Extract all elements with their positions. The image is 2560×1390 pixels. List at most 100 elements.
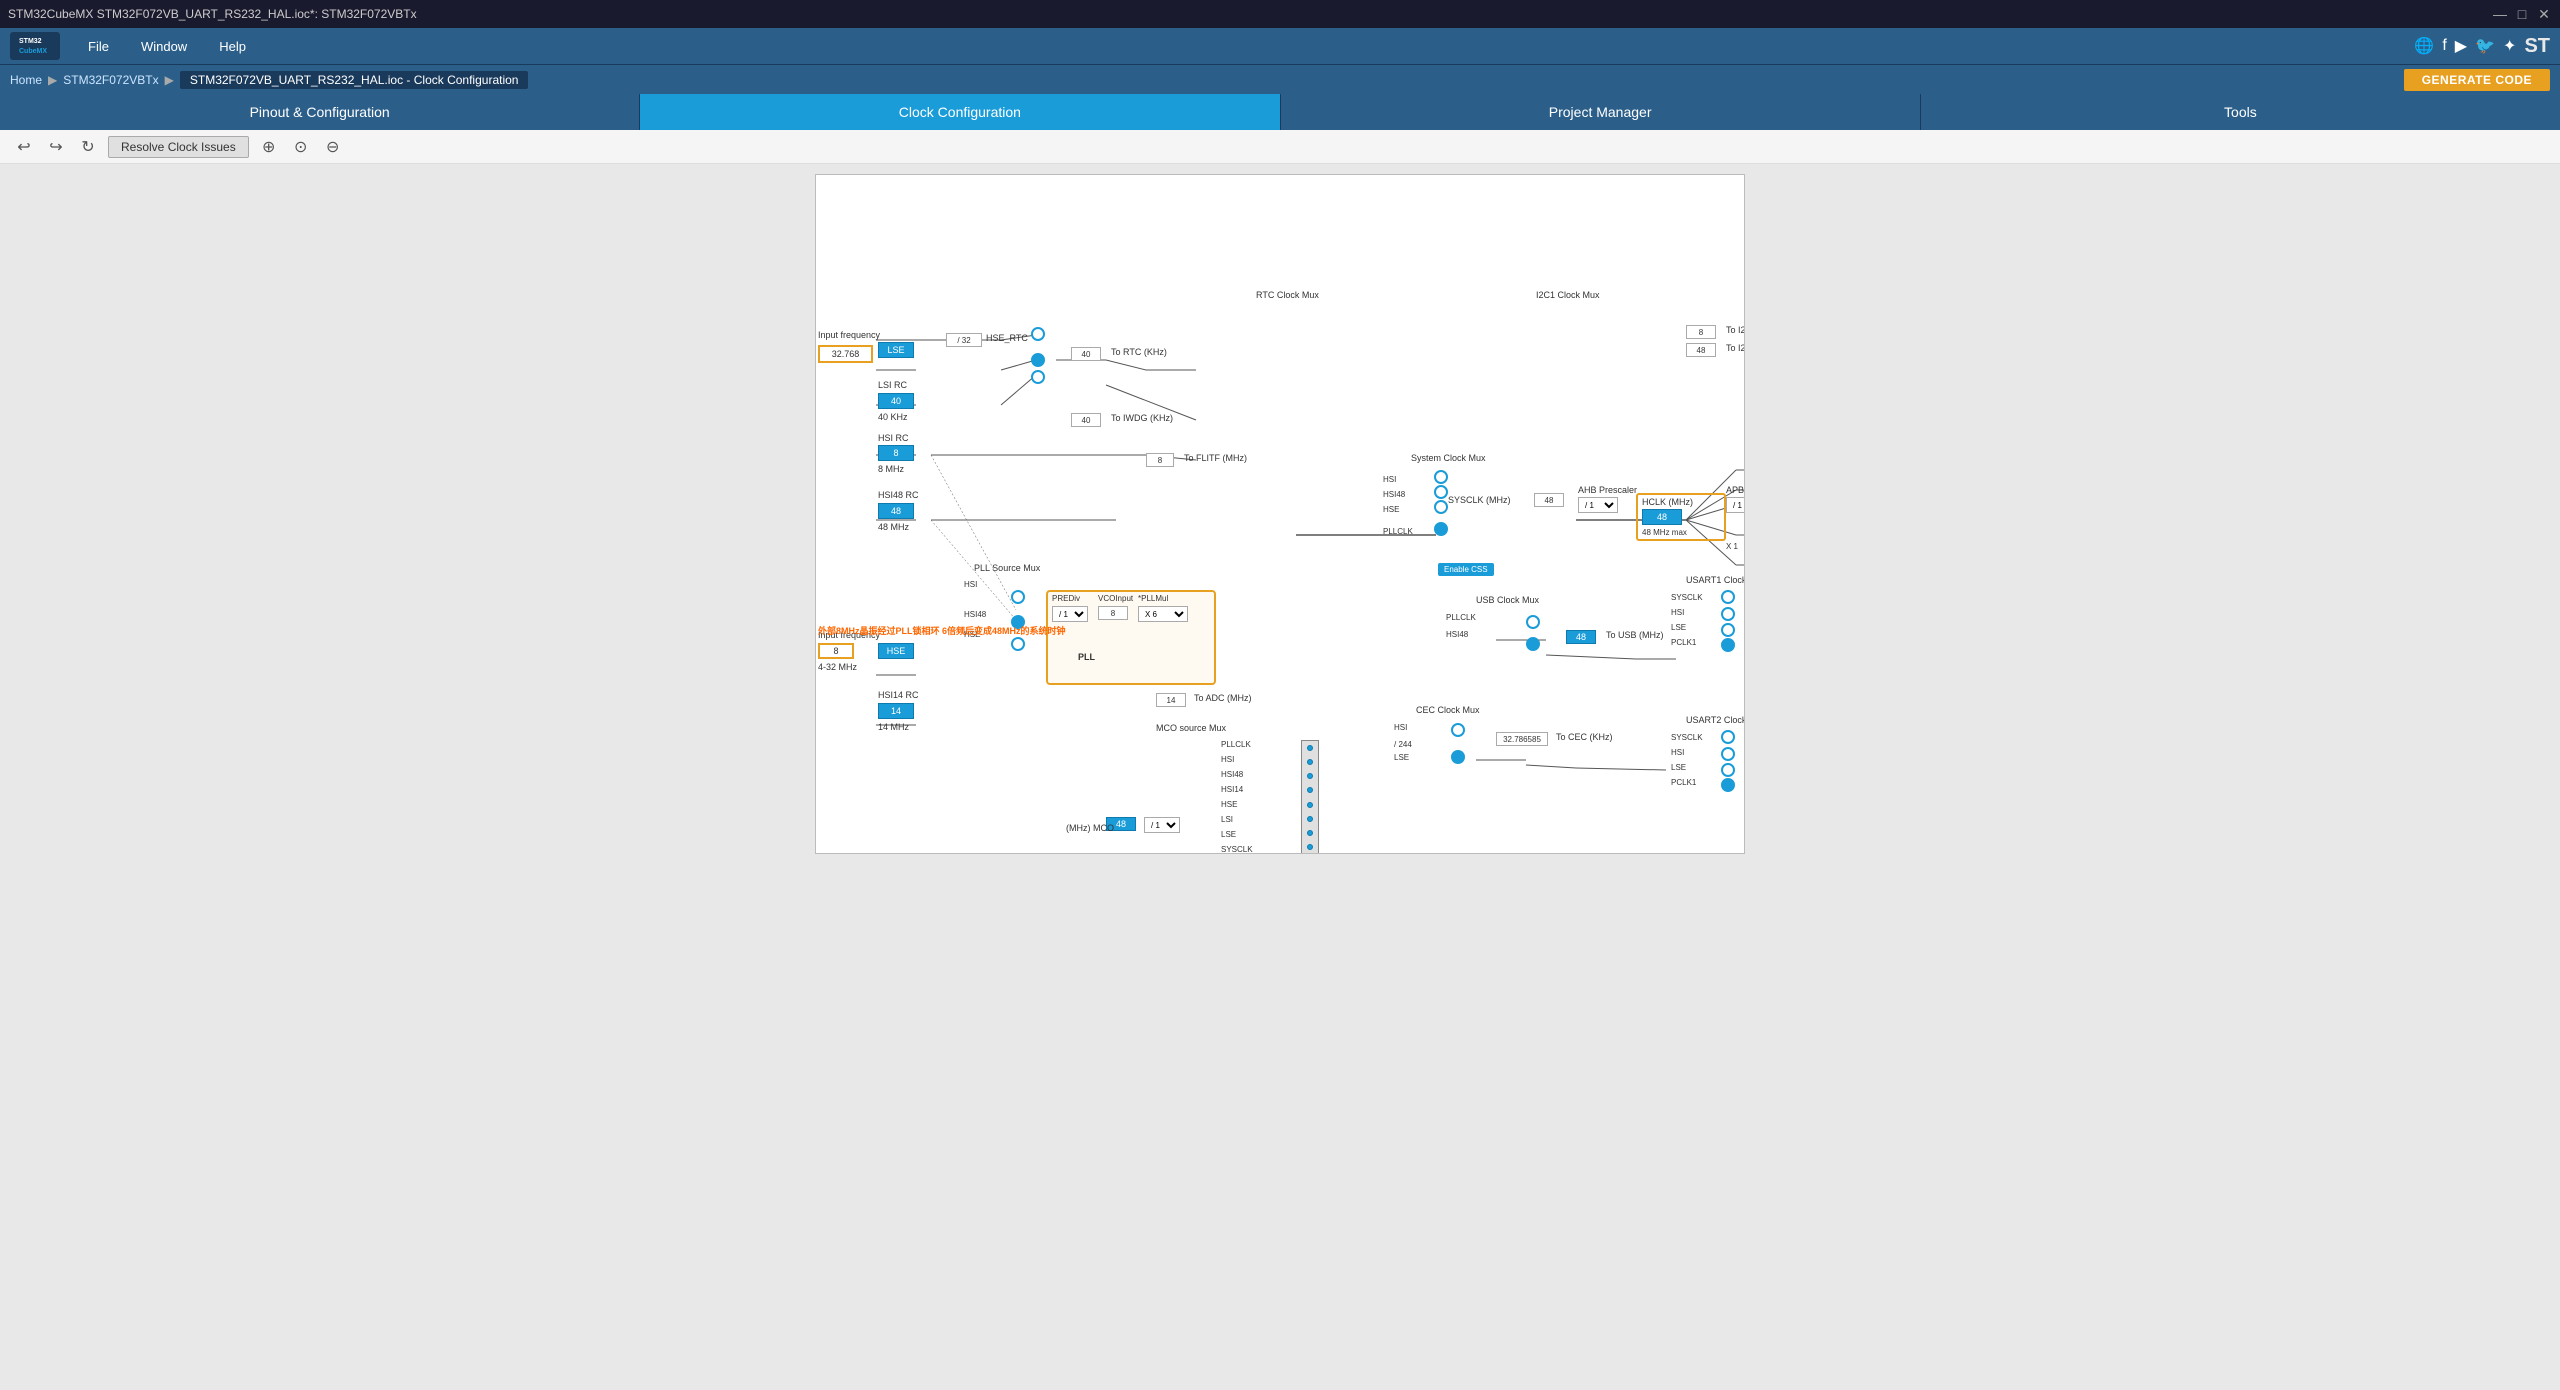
mco-lse-label: LSE bbox=[1221, 830, 1236, 839]
tab-project[interactable]: Project Manager bbox=[1281, 94, 1921, 130]
mco-mux-dot1 bbox=[1307, 745, 1313, 751]
x1-label: X 1 bbox=[1726, 542, 1738, 551]
usb-pllclk-label: PLLCLK bbox=[1446, 613, 1476, 622]
mco-mux-dot6 bbox=[1307, 816, 1313, 822]
i2c1-val-box: 8 bbox=[1686, 325, 1716, 339]
social-icons: 🌐 f ▶ 🐦 ✦ ST bbox=[2414, 35, 2550, 58]
zoom-fit-button[interactable]: ⊙ bbox=[289, 135, 313, 159]
usart1-dot3 bbox=[1721, 623, 1735, 637]
lsi-box[interactable]: 40 bbox=[878, 393, 914, 409]
hclk-max-label: 48 MHz max bbox=[1642, 528, 1687, 537]
pll-source-mux-label: PLL Source Mux bbox=[974, 563, 1040, 573]
mhz-mco-label: (MHz) MCO bbox=[1066, 823, 1114, 833]
globe-icon[interactable]: 🌐 bbox=[2414, 36, 2434, 56]
to-usb-label: To USB (MHz) bbox=[1606, 630, 1664, 640]
input-freq-value1[interactable]: 32.768 bbox=[818, 345, 873, 363]
mco-mux-dot7 bbox=[1307, 830, 1313, 836]
annotation-text: 外部8MHz晶振经过PLL锁相环 6倍频后变成48MHz的系统时钟 bbox=[818, 625, 1066, 638]
usart2-dot3 bbox=[1721, 763, 1735, 777]
prediv-select[interactable]: / 1 bbox=[1052, 606, 1088, 622]
hclk-label: HCLK (MHz) bbox=[1642, 497, 1693, 507]
pllmul-select[interactable]: X 6 bbox=[1138, 606, 1188, 622]
breadcrumb-device[interactable]: STM32F072VBTx bbox=[63, 73, 158, 87]
main-content: RTC Clock Mux I2C1 Clock Mux Input frequ… bbox=[0, 164, 2560, 1390]
to-i2s-label: To I2S1I2 S2 (MHz) bbox=[1726, 343, 1745, 353]
maximize-button[interactable]: □ bbox=[2514, 6, 2530, 22]
cec-mux-dot2 bbox=[1451, 750, 1465, 764]
cec-lse-label: LSE bbox=[1394, 753, 1409, 762]
close-button[interactable]: ✕ bbox=[2536, 6, 2552, 22]
svg-text:CubeMX: CubeMX bbox=[19, 48, 47, 55]
window-menu[interactable]: Window bbox=[127, 35, 201, 58]
usart2-clock-mux-label: USART2 Clock Mux bbox=[1686, 715, 1745, 725]
app-logo: STM32 CubeMX bbox=[10, 32, 60, 60]
cec-clock-mux-label: CEC Clock Mux bbox=[1416, 705, 1480, 715]
usart1-dot2 bbox=[1721, 607, 1735, 621]
zoom-in-button[interactable]: ⊕ bbox=[257, 135, 281, 159]
div40-rtc-box[interactable]: 40 bbox=[1071, 347, 1101, 361]
hsi48-box[interactable]: 48 bbox=[878, 503, 914, 519]
network-icon[interactable]: ✦ bbox=[2503, 36, 2516, 56]
sysclk-val-box: 48 bbox=[1534, 493, 1564, 507]
usb-clock-mux-label: USB Clock Mux bbox=[1476, 595, 1539, 605]
usart2-lse-label: LSE bbox=[1671, 763, 1686, 772]
usart1-clock-mux-label: USART1 Clock Mux bbox=[1686, 575, 1745, 585]
pllmul-label: *PLLMul bbox=[1138, 594, 1168, 603]
ahb-prescaler-label: AHB Prescaler bbox=[1578, 485, 1637, 495]
hse-box[interactable]: HSE bbox=[878, 643, 914, 659]
youtube-icon[interactable]: ▶ bbox=[2455, 36, 2467, 56]
mco-hsi-label: HSI bbox=[1221, 755, 1234, 764]
usart1-sysclk-label: SYSCLK bbox=[1671, 593, 1703, 602]
mco-source-mux-label: MCO source Mux bbox=[1156, 723, 1226, 733]
hclk-val-box[interactable]: 48 bbox=[1642, 509, 1682, 525]
hsi-box[interactable]: 8 bbox=[878, 445, 914, 461]
ahb-div-select[interactable]: / 1 bbox=[1578, 497, 1618, 513]
i2c1-clock-mux-label: I2C1 Clock Mux bbox=[1536, 290, 1600, 300]
input-freq-value2[interactable]: 8 bbox=[818, 643, 854, 659]
generate-code-button[interactable]: GENERATE CODE bbox=[2404, 69, 2550, 91]
val8-flitf-box[interactable]: 8 bbox=[1146, 453, 1174, 467]
breadcrumb-sep1: ▶ bbox=[48, 73, 57, 87]
file-menu[interactable]: File bbox=[74, 35, 123, 58]
twitter-icon[interactable]: 🐦 bbox=[2475, 36, 2495, 56]
diagram-container: RTC Clock Mux I2C1 Clock Mux Input frequ… bbox=[815, 174, 1745, 854]
diagram-lines bbox=[816, 175, 1744, 853]
usart1-hsi-label: HSI bbox=[1671, 608, 1684, 617]
redo-button[interactable]: ↪ bbox=[44, 135, 68, 159]
usb-mux-dot2 bbox=[1526, 637, 1540, 651]
facebook-icon[interactable]: f bbox=[2442, 37, 2446, 55]
undo-button[interactable]: ↩ bbox=[12, 135, 36, 159]
usart2-dot4 bbox=[1721, 778, 1735, 792]
rtc-mux-dot3 bbox=[1031, 370, 1045, 384]
tab-clock[interactable]: Clock Configuration bbox=[640, 94, 1280, 130]
to-rtc-label: To RTC (KHz) bbox=[1111, 347, 1167, 357]
sys-mux-dot1 bbox=[1434, 470, 1448, 484]
breadcrumb-home[interactable]: Home bbox=[10, 73, 42, 87]
mco-div-select[interactable]: / 1 bbox=[1144, 817, 1180, 833]
minimize-button[interactable]: — bbox=[2492, 6, 2508, 22]
usart2-hsi-label: HSI bbox=[1671, 748, 1684, 757]
help-menu[interactable]: Help bbox=[205, 35, 260, 58]
tab-pinout[interactable]: Pinout & Configuration bbox=[0, 94, 640, 130]
rtc-mux-dot1 bbox=[1031, 327, 1045, 341]
usb-hsi48-label: HSI48 bbox=[1446, 630, 1468, 639]
hsi14-box[interactable]: 14 bbox=[878, 703, 914, 719]
div40-iwdg-box[interactable]: 40 bbox=[1071, 413, 1101, 427]
app-title: STM32CubeMX STM32F072VB_UART_RS232_HAL.i… bbox=[8, 7, 417, 21]
resolve-clock-button[interactable]: Resolve Clock Issues bbox=[108, 136, 249, 158]
usb-val-box: 48 bbox=[1566, 630, 1596, 644]
st-icon[interactable]: ST bbox=[2524, 35, 2550, 58]
div32-box[interactable]: / 32 bbox=[946, 333, 982, 347]
refresh-button[interactable]: ↻ bbox=[76, 135, 100, 159]
lse-box[interactable]: LSE bbox=[878, 342, 914, 358]
pll-src-hsi-label: HSI bbox=[964, 580, 977, 589]
rtc-clock-mux-label: RTC Clock Mux bbox=[1256, 290, 1319, 300]
enable-css-button[interactable]: Enable CSS bbox=[1438, 563, 1494, 576]
menu-bar: STM32 CubeMX File Window Help 🌐 f ▶ 🐦 ✦ … bbox=[0, 28, 2560, 64]
zoom-out-button[interactable]: ⊖ bbox=[321, 135, 345, 159]
usart1-pclk1-label: PCLK1 bbox=[1671, 638, 1696, 647]
tab-tools[interactable]: Tools bbox=[1921, 94, 2560, 130]
title-bar: STM32CubeMX STM32F072VB_UART_RS232_HAL.i… bbox=[0, 0, 2560, 28]
apb1-div-select[interactable]: / 1 bbox=[1726, 497, 1745, 513]
pll-group: PREDiv / 1 VCOInput 8 *PLLMul X 6 PLL bbox=[1046, 590, 1216, 685]
